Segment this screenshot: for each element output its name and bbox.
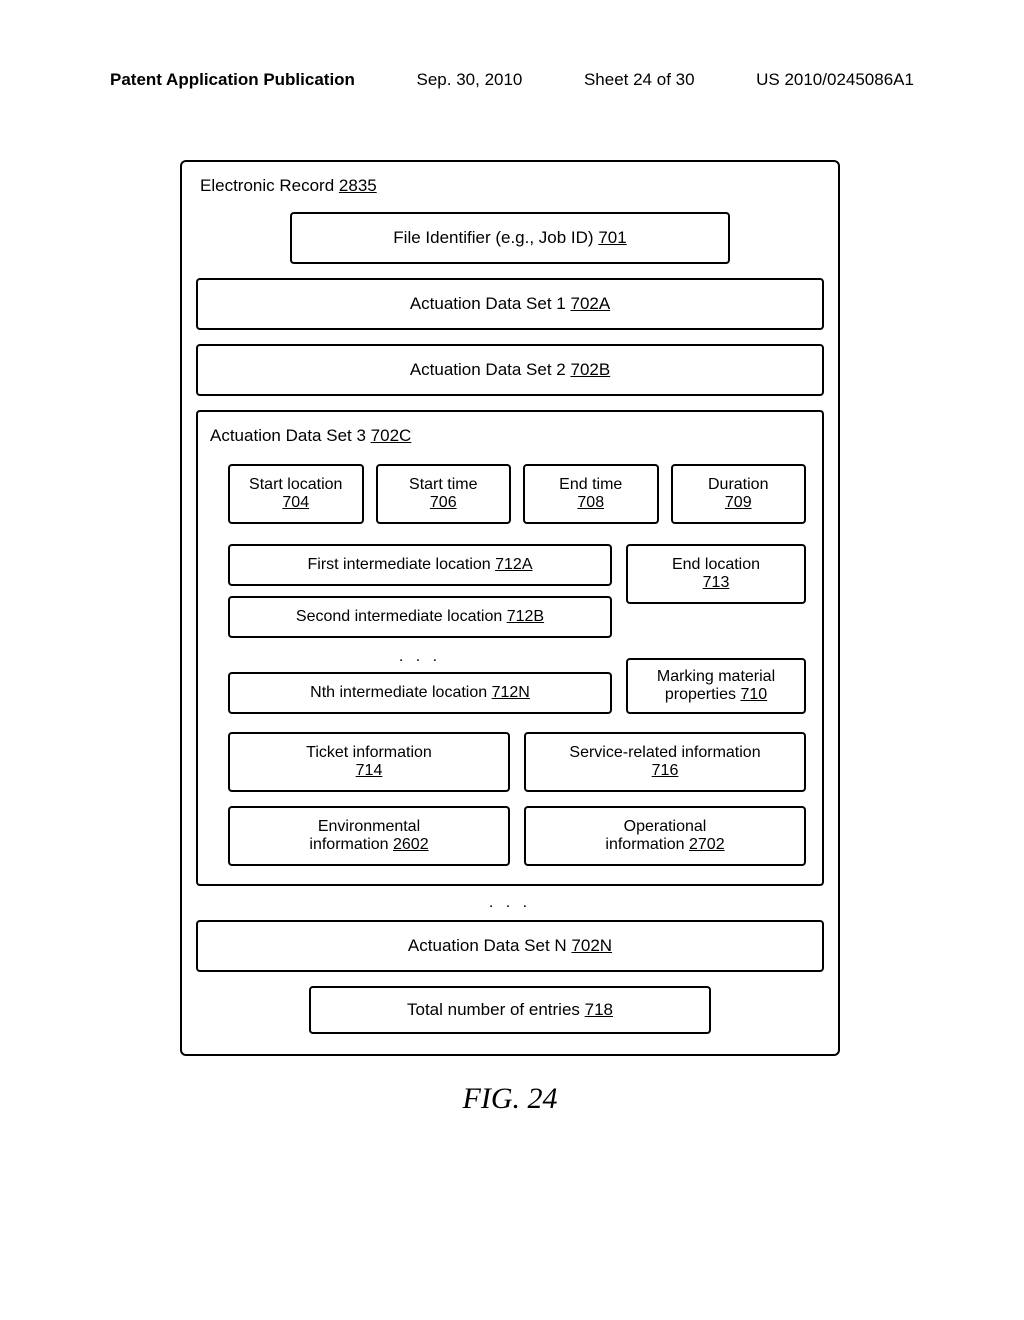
ellipsis: . . . — [196, 894, 824, 912]
pub-date: Sep. 30, 2010 — [417, 70, 523, 90]
first-intermediate-location: First intermediate location 712A — [228, 544, 612, 586]
timing-row: Start location 704 Start time 706 End ti… — [228, 464, 806, 524]
ticket-info-box: Ticket information 714 — [228, 732, 510, 792]
actuation-data-set-3: Actuation Data Set 3 702C Start location… — [196, 410, 824, 886]
figure-label: FIG. 24 — [180, 1082, 840, 1116]
end-location-box: End location 713 — [626, 544, 806, 604]
pub-label: Patent Application Publication — [110, 70, 355, 90]
pub-number: US 2010/0245086A1 — [756, 70, 914, 90]
actuation-data-set-2: Actuation Data Set 2 702B — [196, 344, 824, 396]
environmental-info-box: Environmental information 2602 — [228, 806, 510, 866]
ads3-title: Actuation Data Set 3 702C — [202, 426, 818, 446]
record-title: Electronic Record 2835 — [196, 176, 824, 196]
sheet-number: Sheet 24 of 30 — [584, 70, 695, 90]
end-time-box: End time 708 — [523, 464, 659, 524]
actuation-data-set-n: Actuation Data Set N 702N — [196, 920, 824, 972]
start-time-box: Start time 706 — [376, 464, 512, 524]
total-entries-box: Total number of entries 718 — [309, 986, 711, 1034]
file-identifier-box: File Identifier (e.g., Job ID) 701 — [290, 212, 730, 264]
ellipsis: . . . — [228, 648, 612, 666]
diagram: Electronic Record 2835 File Identifier (… — [180, 160, 840, 1116]
service-info-box: Service-related information 716 — [524, 732, 806, 792]
ticket-service-row: Ticket information 714 Service-related i… — [228, 732, 806, 792]
second-intermediate-location: Second intermediate location 712B — [228, 596, 612, 638]
location-section: First intermediate location 712A Second … — [228, 544, 806, 714]
electronic-record: Electronic Record 2835 File Identifier (… — [180, 160, 840, 1056]
duration-box: Duration 709 — [671, 464, 807, 524]
actuation-data-set-1: Actuation Data Set 1 702A — [196, 278, 824, 330]
page-header: Patent Application Publication Sep. 30, … — [0, 0, 1024, 90]
nth-intermediate-location: Nth intermediate location 712N — [228, 672, 612, 714]
operational-info-box: Operational information 2702 — [524, 806, 806, 866]
env-op-row: Environmental information 2602 Operation… — [228, 806, 806, 866]
marking-material-box: Marking material properties 710 — [626, 658, 806, 714]
start-location-box: Start location 704 — [228, 464, 364, 524]
